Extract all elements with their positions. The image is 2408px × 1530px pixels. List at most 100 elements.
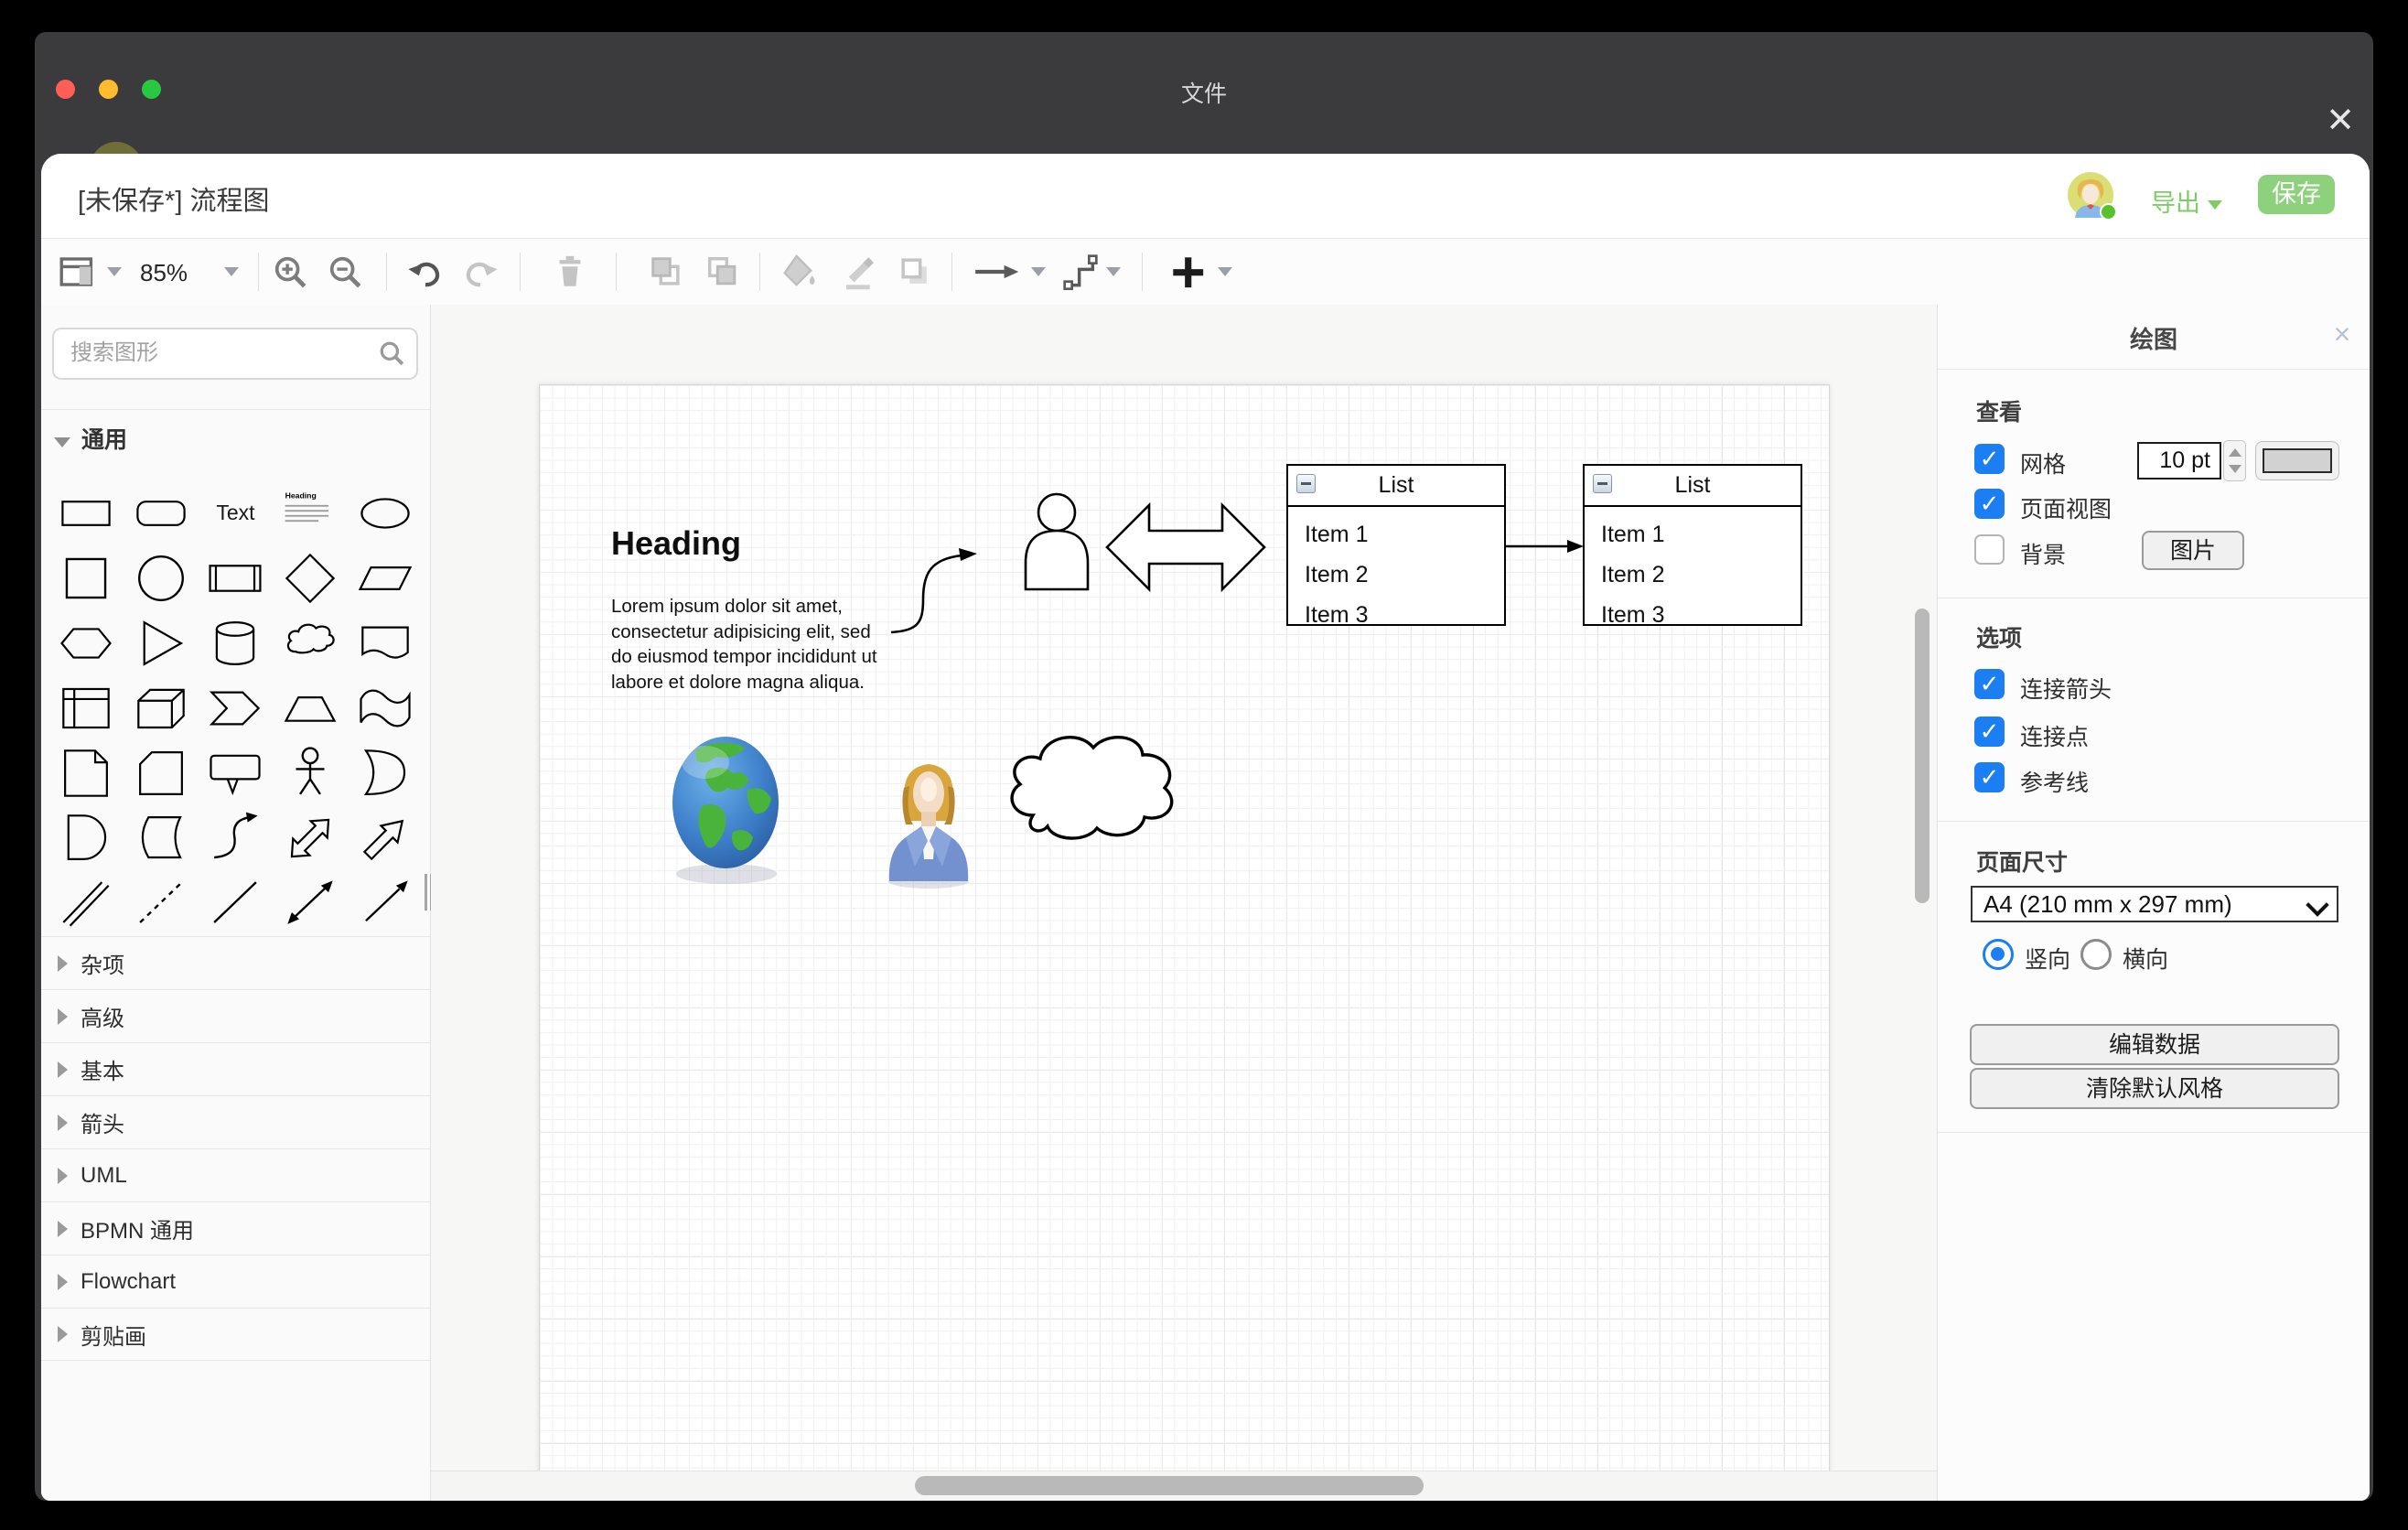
- zoom-out-icon[interactable]: [327, 253, 363, 290]
- guides-checkbox[interactable]: ✓: [1974, 762, 2005, 792]
- shape-internal-storage[interactable]: [48, 675, 124, 740]
- shape-card[interactable]: [124, 740, 199, 805]
- sidebar-category-uml[interactable]: UML: [41, 1148, 430, 1201]
- page-view-checkbox[interactable]: ✓: [1974, 489, 2005, 519]
- shape-square[interactable]: [48, 545, 124, 610]
- sidebar-category-advanced[interactable]: 高级: [41, 989, 430, 1042]
- canvas-heading-text[interactable]: Heading: [611, 524, 741, 563]
- shape-arrow[interactable]: [348, 805, 423, 870]
- list-item[interactable]: Item 3: [1585, 595, 1801, 635]
- connector-arrow[interactable]: [1503, 533, 1586, 559]
- list-item[interactable]: Item 3: [1288, 595, 1504, 635]
- curve-arrow-shape[interactable]: [888, 544, 984, 640]
- shape-cloud[interactable]: [273, 610, 348, 675]
- shape-note[interactable]: [48, 740, 124, 805]
- diagram-canvas[interactable]: Heading Lorem ipsum dolor sit amet, cons…: [431, 305, 1937, 1501]
- shape-actor[interactable]: [273, 740, 348, 805]
- shape-curve[interactable]: [199, 805, 274, 870]
- shape-document[interactable]: [348, 610, 423, 675]
- double-arrow-shape[interactable]: [1104, 497, 1267, 598]
- list-item[interactable]: Item 2: [1288, 555, 1504, 595]
- zoom-in-icon[interactable]: [272, 253, 308, 290]
- shape-step[interactable]: [199, 675, 274, 740]
- shape-rounded-rectangle[interactable]: [124, 480, 199, 545]
- businesswoman-image[interactable]: [878, 749, 979, 889]
- search-icon[interactable]: [378, 339, 405, 367]
- chevron-down-icon[interactable]: [1106, 267, 1121, 276]
- shape-textbox[interactable]: Heading: [273, 480, 348, 545]
- shape-cylinder[interactable]: [199, 610, 274, 675]
- vertical-scrollbar-thumb[interactable]: [1915, 609, 1930, 903]
- panel-close-icon[interactable]: ×: [2326, 318, 2359, 350]
- save-button[interactable]: 保存: [2258, 175, 2335, 214]
- shape-circle[interactable]: [124, 545, 199, 610]
- earth-globe-image[interactable]: [669, 729, 784, 887]
- shape-dashed-line[interactable]: [124, 870, 199, 935]
- sidebar-category-flowchart[interactable]: Flowchart: [41, 1255, 430, 1308]
- close-icon[interactable]: ✕: [2320, 101, 2360, 141]
- chevron-down-icon[interactable]: [1031, 267, 1046, 276]
- shape-data-storage[interactable]: [124, 805, 199, 870]
- shape-hexagon[interactable]: [48, 610, 124, 675]
- shape-callout[interactable]: [199, 740, 274, 805]
- shape-or[interactable]: [348, 740, 423, 805]
- sidebar-category-bpmn[interactable]: BPMN 通用: [41, 1201, 430, 1255]
- shape-parallelogram[interactable]: [348, 545, 423, 610]
- person-shape[interactable]: [1022, 492, 1091, 591]
- grid-checkbox[interactable]: ✓: [1974, 444, 2005, 474]
- shape-line[interactable]: [199, 870, 274, 935]
- grid-size-input[interactable]: [2137, 442, 2221, 479]
- shape-trapezoid[interactable]: [273, 675, 348, 740]
- portrait-radio[interactable]: [1983, 939, 2014, 970]
- sidebar-category-basic[interactable]: 基本: [41, 1042, 430, 1095]
- list-item[interactable]: Item 1: [1288, 514, 1504, 555]
- grid-color-swatch[interactable]: [2255, 441, 2339, 480]
- shape-diamond[interactable]: [273, 545, 348, 610]
- shape-ellipse[interactable]: [348, 480, 423, 545]
- collapse-icon[interactable]: [1296, 474, 1316, 493]
- shape-triangle[interactable]: [124, 610, 199, 675]
- shape-directional-connector[interactable]: [348, 870, 423, 935]
- shape-process[interactable]: [199, 545, 274, 610]
- connection-points-checkbox[interactable]: ✓: [1974, 717, 2005, 747]
- horizontal-scrollbar-thumb[interactable]: [915, 1476, 1424, 1495]
- shape-tape[interactable]: [348, 675, 423, 740]
- search-input[interactable]: [69, 329, 374, 376]
- shape-search[interactable]: [52, 328, 418, 380]
- zoom-level[interactable]: 85%: [140, 259, 188, 287]
- grid-size-stepper[interactable]: [2223, 440, 2246, 481]
- background-image-button[interactable]: 图片: [2142, 531, 2244, 570]
- shape-link[interactable]: [48, 870, 124, 935]
- shape-bidirectional-arrow[interactable]: [273, 805, 348, 870]
- shape-and[interactable]: [48, 805, 124, 870]
- collapse-icon[interactable]: [1593, 474, 1612, 493]
- edit-data-button[interactable]: 编辑数据: [1970, 1024, 2339, 1065]
- cloud-shape[interactable]: [1002, 724, 1181, 874]
- sidebar-category-misc[interactable]: 杂项: [41, 936, 430, 989]
- connection-style-icon[interactable]: [973, 253, 1020, 290]
- list-item[interactable]: Item 2: [1585, 555, 1801, 595]
- page-setup-icon[interactable]: [58, 253, 96, 290]
- undo-icon[interactable]: [405, 253, 446, 290]
- shape-rectangle[interactable]: [48, 480, 124, 545]
- chevron-down-icon[interactable]: [224, 267, 239, 276]
- chevron-down-icon[interactable]: [107, 267, 122, 276]
- clear-default-style-button[interactable]: 清除默认风格: [1970, 1068, 2339, 1109]
- shape-cube[interactable]: [124, 675, 199, 740]
- list-item[interactable]: Item 1: [1585, 514, 1801, 555]
- connection-arrows-checkbox[interactable]: ✓: [1974, 669, 2005, 699]
- landscape-radio[interactable]: [2080, 939, 2112, 970]
- page-size-select[interactable]: A4 (210 mm x 297 mm): [1971, 886, 2338, 922]
- export-button[interactable]: 导出: [2151, 183, 2222, 219]
- background-checkbox[interactable]: [1974, 534, 2005, 565]
- list-shape-2[interactable]: List Item 1 Item 2 Item 3: [1583, 464, 1802, 626]
- insert-icon[interactable]: [1168, 253, 1207, 290]
- sidebar-category-clipart[interactable]: 剪贴画: [41, 1308, 430, 1361]
- chevron-down-icon[interactable]: [1218, 267, 1232, 276]
- list-shape-1[interactable]: List Item 1 Item 2 Item 3: [1286, 464, 1506, 626]
- canvas-paragraph-text[interactable]: Lorem ipsum dolor sit amet, consectetur …: [611, 594, 877, 695]
- section-general[interactable]: 通用: [54, 422, 127, 455]
- waypoint-style-icon[interactable]: [1060, 253, 1101, 290]
- shape-bidirectional-connector[interactable]: [273, 870, 348, 935]
- shape-text[interactable]: Text: [199, 480, 274, 545]
